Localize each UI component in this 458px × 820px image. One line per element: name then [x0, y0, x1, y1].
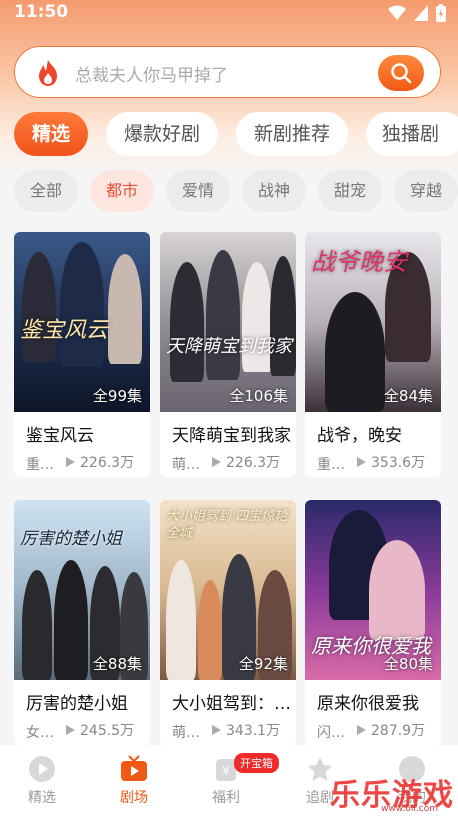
search-bar[interactable]: 总裁夫人你马甲掉了 [14, 46, 441, 98]
view-count-value: 226.3万 [226, 455, 281, 471]
treasure-badge[interactable]: 开宝箱 [234, 753, 279, 773]
nav-featured[interactable]: 精选 [12, 755, 72, 807]
view-count-value: 245.5万 [80, 723, 135, 739]
tab-hot[interactable]: 爆款好剧 [106, 112, 218, 156]
drama-genre: 萌… [172, 725, 200, 741]
view-count: 343.1万 [210, 720, 280, 740]
drama-poster[interactable]: 天降萌宝到我家 全106集 [160, 232, 296, 412]
poster-title: 战爷晚安 [311, 248, 407, 276]
drama-genre: 闪… [317, 725, 345, 741]
view-count: 353.6万 [355, 452, 425, 472]
svg-text:¥: ¥ [222, 764, 230, 778]
nav-label: 福利 [212, 790, 240, 806]
play-icon [66, 725, 75, 735]
view-count: 226.3万 [210, 452, 280, 472]
play-circle-icon [29, 756, 55, 782]
play-icon [212, 457, 221, 467]
episode-count: 全80集 [383, 655, 433, 673]
status-bar: 11:50 [0, 0, 458, 28]
drama-poster[interactable]: 鉴宝风云 全99集 [14, 232, 150, 412]
view-count-value: 353.6万 [371, 455, 426, 471]
drama-poster[interactable]: 厉害的楚小姐 全88集 [14, 500, 150, 680]
play-icon [66, 457, 75, 467]
wifi-icon [388, 5, 406, 20]
drama-genre: 重… [317, 457, 345, 473]
play-icon [212, 725, 221, 735]
play-icon [357, 725, 366, 735]
filter-urban[interactable]: 都市 [90, 170, 154, 212]
episode-count: 全99集 [92, 387, 142, 405]
view-count: 226.3万 [64, 452, 134, 472]
watermark-url: www.6ll.com [381, 804, 438, 814]
tv-icon [121, 755, 147, 781]
poster-title: 鉴宝风云 [20, 318, 109, 343]
category-tabs: 精选 爆款好剧 新剧推荐 独播剧 [0, 112, 458, 158]
view-count: 245.5万 [64, 720, 134, 740]
drama-genre: 女… [26, 725, 54, 741]
filter-sweet[interactable]: 甜宠 [318, 170, 382, 212]
tab-exclusive[interactable]: 独播剧 [366, 112, 458, 156]
episode-count: 全88集 [92, 655, 142, 673]
drama-title: 鉴宝风云 [26, 426, 94, 446]
search-button[interactable] [378, 55, 424, 91]
drama-genre: 萌… [172, 457, 200, 473]
drama-title: 战爷，晚安 [317, 426, 402, 446]
tab-new[interactable]: 新剧推荐 [236, 112, 348, 156]
nav-label: 精选 [28, 790, 56, 806]
battery-icon [436, 4, 446, 22]
view-count: 287.9万 [355, 720, 425, 740]
poster-title: 厉害的楚小姐 [20, 529, 122, 549]
nav-label: 剧场 [120, 790, 148, 806]
status-icons [388, 4, 446, 22]
drama-card[interactable]: 战爷晚安 全84集 战爷，晚安 重… 353.6万 [305, 232, 441, 477]
drama-card[interactable]: 厉害的楚小姐 全88集 厉害的楚小姐 女… 245.5万 [14, 500, 150, 745]
drama-poster[interactable]: 大小姐驾到 四宝惊艳全城 全92集 [160, 500, 296, 680]
filter-all[interactable]: 全部 [14, 170, 78, 212]
drama-poster[interactable]: 战爷晚安 全84集 [305, 232, 441, 412]
view-count-value: 287.9万 [371, 723, 426, 739]
poster-title: 大小姐驾到 四宝惊艳全城 [166, 509, 288, 541]
drama-poster[interactable]: 原来你很爱我 全80集 [305, 500, 441, 680]
episode-count: 全92集 [238, 655, 288, 673]
play-icon [357, 457, 366, 467]
drama-card[interactable]: 原来你很爱我 全80集 原来你很爱我 闪… 287.9万 [305, 500, 441, 745]
nav-theater[interactable]: 剧场 [104, 755, 164, 807]
drama-card[interactable]: 鉴宝风云 全99集 鉴宝风云 重… 226.3万 [14, 232, 150, 477]
view-count-value: 226.3万 [80, 455, 135, 471]
drama-title: 原来你很爱我 [317, 694, 419, 714]
tab-featured[interactable]: 精选 [14, 112, 88, 156]
drama-title: 天降萌宝到我家 [172, 426, 291, 446]
view-count-value: 343.1万 [226, 723, 281, 739]
genre-filters: 全部 都市 爱情 战神 甜宠 穿越 [0, 170, 458, 214]
drama-genre: 重… [26, 457, 54, 473]
episode-count: 全84集 [383, 387, 433, 405]
drama-title: 大小姐驾到：… [172, 694, 291, 714]
filter-time-travel[interactable]: 穿越 [394, 170, 458, 212]
filter-romance[interactable]: 爱情 [166, 170, 230, 212]
search-placeholder[interactable]: 总裁夫人你马甲掉了 [75, 61, 228, 86]
drama-title: 厉害的楚小姐 [26, 694, 128, 714]
episode-count: 全106集 [229, 387, 288, 405]
poster-title: 天降萌宝到我家 [166, 336, 292, 357]
search-icon [391, 63, 412, 84]
status-time: 11:50 [14, 2, 69, 22]
drama-card[interactable]: 天降萌宝到我家 全106集 天降萌宝到我家 萌… 226.3万 [160, 232, 296, 477]
drama-card[interactable]: 大小姐驾到 四宝惊艳全城 全92集 大小姐驾到：… 萌… 343.1万 [160, 500, 296, 745]
signal-icon [414, 5, 428, 21]
filter-war-god[interactable]: 战神 [242, 170, 306, 212]
flame-icon [39, 60, 57, 86]
